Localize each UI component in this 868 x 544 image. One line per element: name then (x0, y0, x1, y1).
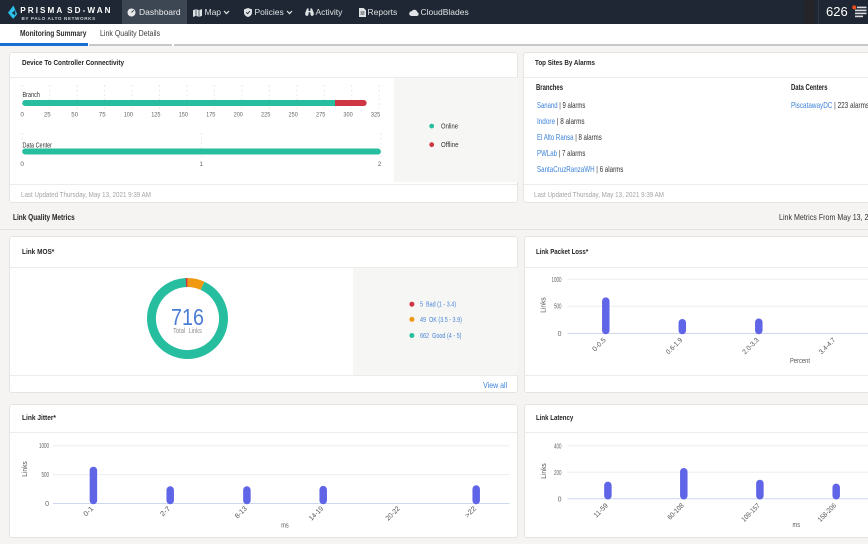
svg-text:49 OK (3.5 - 3.9): 49 OK (3.5 - 3.9) (420, 317, 462, 324)
svg-text:500: 500 (554, 304, 562, 311)
svg-text:0: 0 (45, 501, 49, 508)
svg-text:175: 175 (206, 111, 216, 118)
svg-text:50: 50 (71, 111, 78, 118)
svg-text:ms: ms (792, 522, 800, 529)
svg-text:662 Good (4 - 5): 662 Good (4 - 5) (420, 333, 462, 340)
svg-text:Links: Links (540, 297, 547, 313)
svg-text:75: 75 (99, 111, 106, 118)
svg-text:0: 0 (20, 161, 24, 168)
svg-text:1000: 1000 (551, 277, 561, 284)
svg-text:Links: Links (22, 461, 29, 477)
svg-text:0: 0 (20, 111, 24, 118)
svg-text:0: 0 (557, 496, 561, 503)
svg-text:2-7: 2-7 (159, 505, 172, 518)
svg-text:2.0-3.3: 2.0-3.3 (741, 337, 760, 356)
svg-text:400: 400 (554, 443, 562, 450)
svg-text:150: 150 (179, 111, 189, 118)
svg-text:158-206: 158-206 (816, 502, 837, 523)
svg-text:300: 300 (343, 111, 353, 118)
svg-text:250: 250 (289, 111, 299, 118)
svg-text:5 Bad (1 - 3.4): 5 Bad (1 - 3.4) (420, 302, 456, 309)
svg-text:Percent: Percent (790, 358, 810, 365)
svg-text:0.6-1.9: 0.6-1.9 (665, 337, 684, 356)
svg-text:3.4-4.7: 3.4-4.7 (818, 337, 837, 356)
svg-text:1: 1 (199, 161, 203, 168)
svg-text:0-1: 0-1 (83, 505, 96, 518)
svg-text:ms: ms (281, 523, 289, 530)
svg-text:Data Center: Data Center (23, 143, 53, 150)
svg-text:Branch: Branch (23, 92, 41, 99)
svg-text:Online: Online (441, 124, 458, 131)
svg-text:Links: Links (541, 463, 548, 479)
svg-text:200: 200 (234, 111, 244, 118)
svg-text:14-19: 14-19 (308, 505, 325, 522)
svg-text:0: 0 (557, 331, 561, 338)
svg-text:716: 716 (171, 304, 204, 330)
svg-text:125: 125 (151, 111, 161, 118)
svg-text:>22: >22 (464, 505, 478, 519)
svg-text:11-59: 11-59 (592, 502, 609, 519)
svg-text:225: 225 (261, 111, 271, 118)
svg-text:109-157: 109-157 (740, 502, 761, 523)
svg-text:200: 200 (554, 470, 562, 477)
svg-text:25: 25 (44, 111, 51, 118)
svg-text:100: 100 (124, 111, 134, 118)
svg-text:275: 275 (316, 111, 326, 118)
svg-text:0-0.5: 0-0.5 (591, 337, 607, 353)
svg-text:60-108: 60-108 (666, 502, 685, 521)
svg-text:8-13: 8-13 (234, 505, 249, 520)
svg-text:Offline: Offline (441, 142, 459, 149)
svg-text:2: 2 (378, 161, 382, 168)
svg-text:1000: 1000 (39, 443, 49, 450)
svg-text:500: 500 (42, 472, 50, 479)
svg-text:325: 325 (371, 111, 381, 118)
svg-text:Total Links: Total Links (173, 328, 202, 335)
svg-text:20-22: 20-22 (385, 505, 402, 522)
